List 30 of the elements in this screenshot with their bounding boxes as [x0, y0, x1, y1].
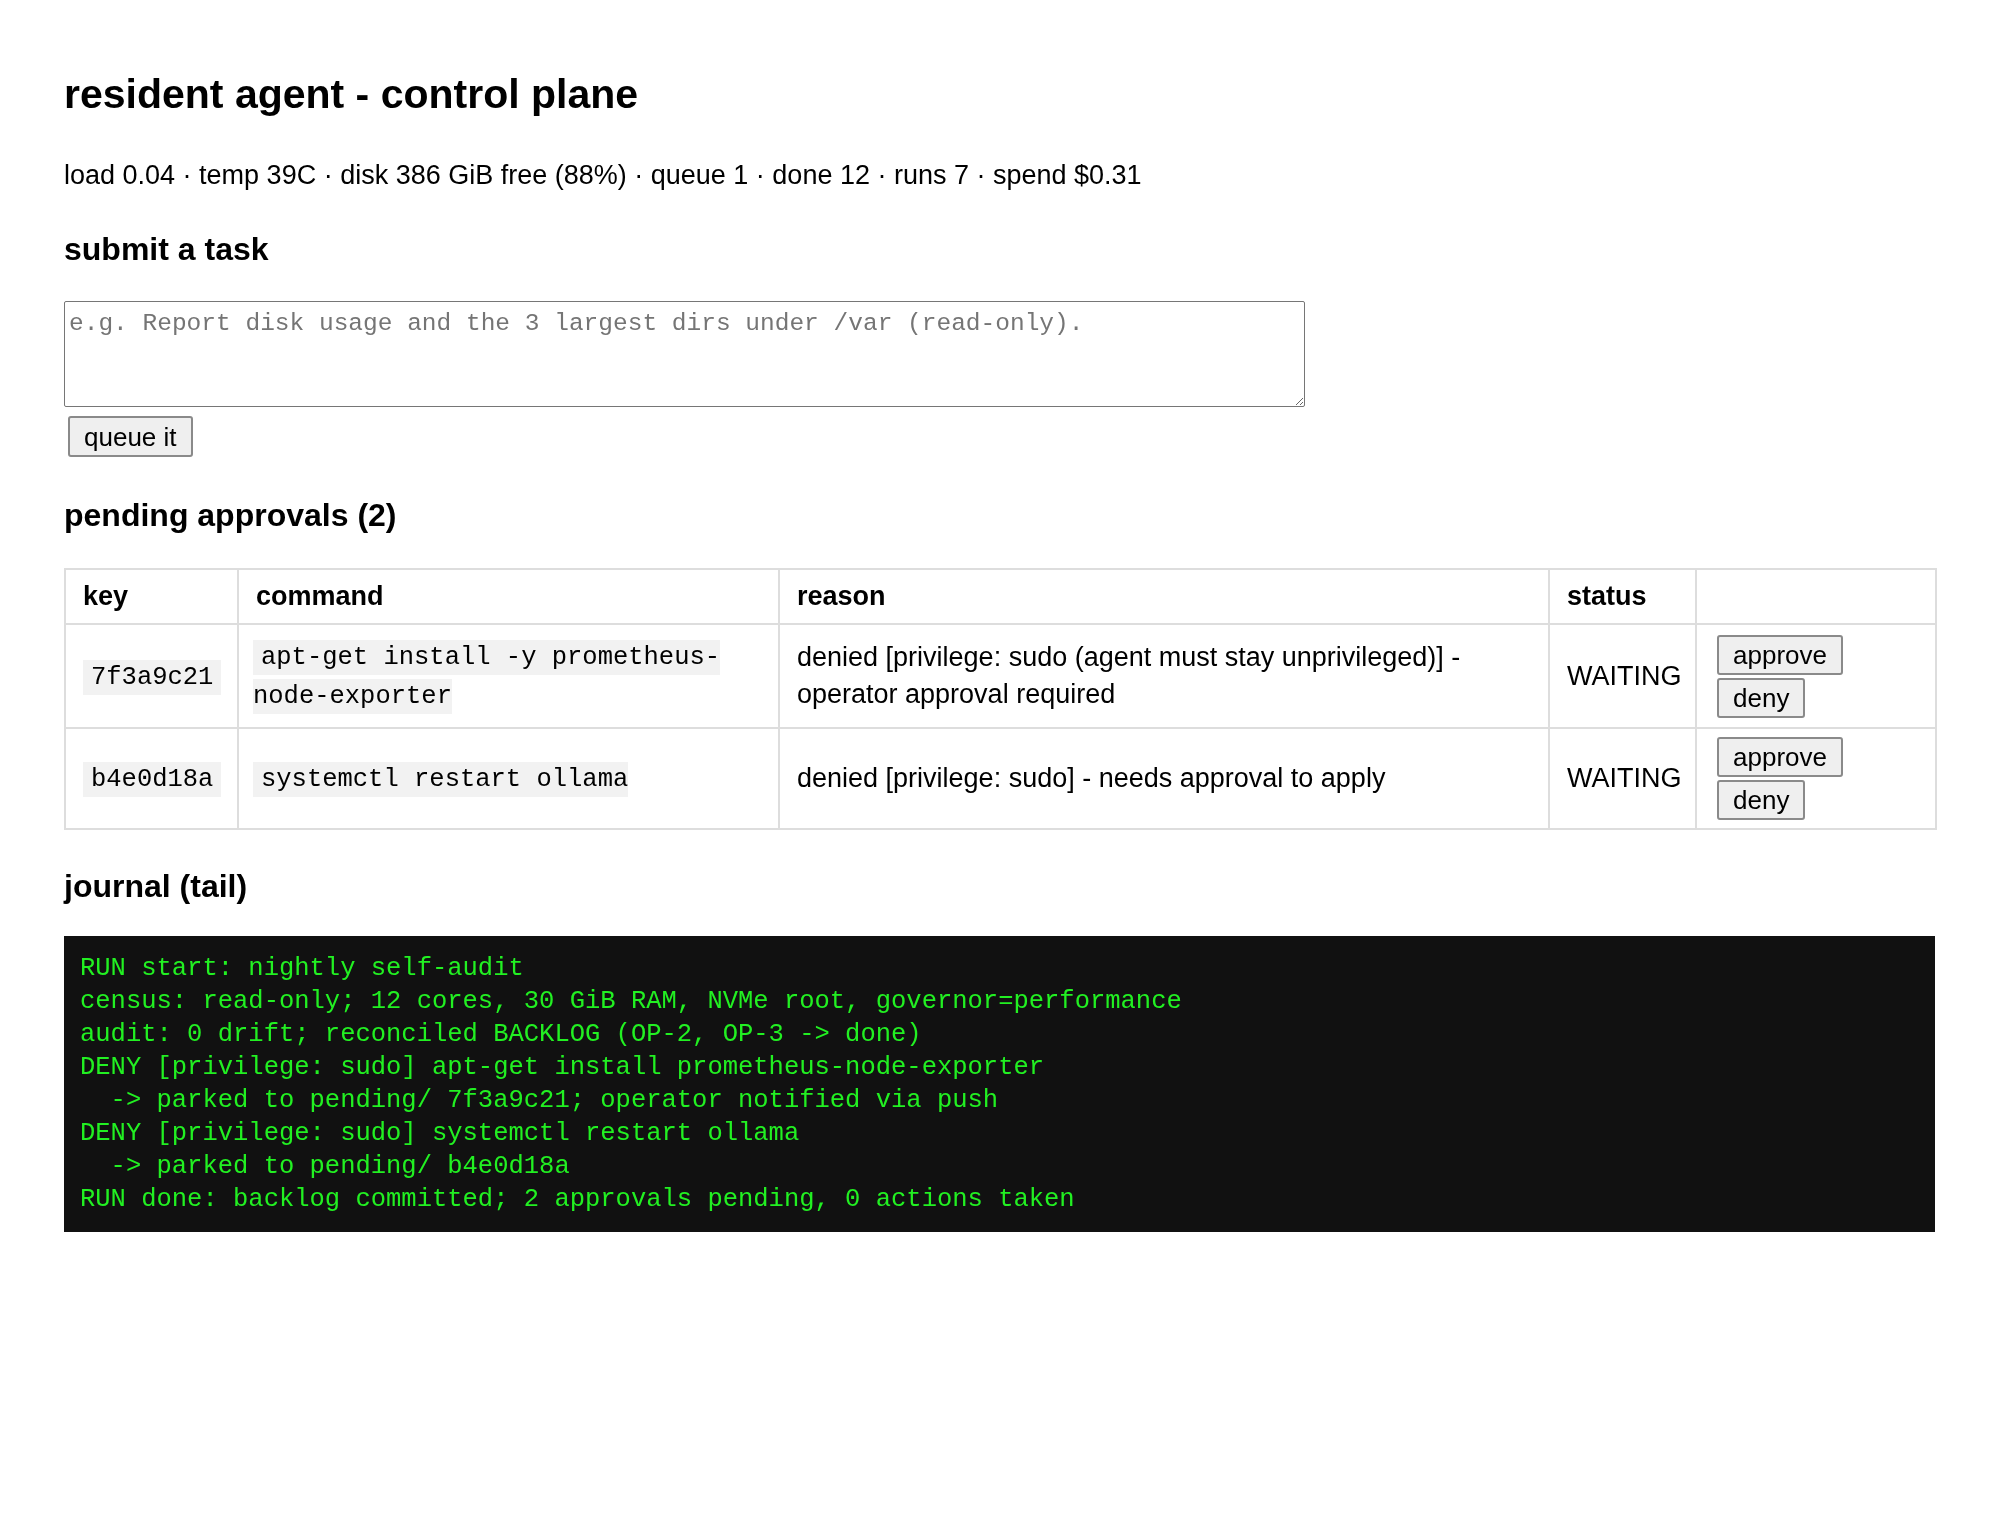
log-line: census: read-only; 12 cores, 30 GiB RAM, NVMe root, governor=performance [80, 987, 1182, 1016]
status-text: WAITING [1567, 660, 1682, 691]
task-input[interactable]: e.g. Report disk usage and the 3 largest dirs under /var (read-only). [64, 301, 1305, 407]
action-button[interactable]: deny [1717, 780, 1806, 820]
key-code: b4e0d18a [83, 762, 222, 797]
log-line: RUN start: nightly self-audit [80, 954, 524, 983]
action-button[interactable]: deny [1717, 677, 1806, 718]
log-line: DENY [privilege: sudo] apt-get install prometheus-node-exporter [80, 1053, 1045, 1082]
column-header: key [83, 581, 129, 611]
status-text: WAITING [1567, 763, 1682, 793]
log-line: -> parked to pending/ 7f3a9c21; operator notified via push [109, 1086, 999, 1115]
section-heading: submit a task [64, 231, 269, 267]
column-header: reason [797, 581, 886, 611]
action-button[interactable]: approve [1717, 634, 1843, 675]
section-heading: journal (tail) [64, 868, 248, 904]
section-heading: pending approvals (2) [64, 497, 397, 533]
log-line: -> parked to pending/ b4e0d18a [109, 1152, 570, 1181]
page-title: resident agent - control plane [64, 72, 639, 116]
log-line: audit: 0 drift; reconciled BACKLOG (OP-2, OP-3 -> done) [80, 1020, 922, 1049]
queue-button[interactable]: queue it [68, 416, 193, 457]
key-code: 7f3a9c21 [83, 659, 222, 695]
column-header: status [1567, 581, 1647, 611]
log-line: RUN done: backlog committed; 2 approvals pending, 0 actions taken [80, 1185, 1075, 1214]
status-summary: load 0.04 · temp 39C · disk 386 GiB free (88%) · queue 1 · done 12 · runs 7 · spend $0.31 [64, 160, 1142, 190]
reason-text: denied [privilege: sudo] - needs approval to apply [797, 763, 1386, 793]
reason-text: denied [privilege: sudo (agent must stay unprivileged)] - operator approval required [797, 642, 1461, 709]
column-header: command [256, 581, 384, 611]
action-button[interactable]: approve [1717, 737, 1843, 777]
command-code: systemctl restart ollama [253, 759, 629, 798]
log-line: DENY [privilege: sudo] systemctl restart ollama [80, 1119, 800, 1148]
